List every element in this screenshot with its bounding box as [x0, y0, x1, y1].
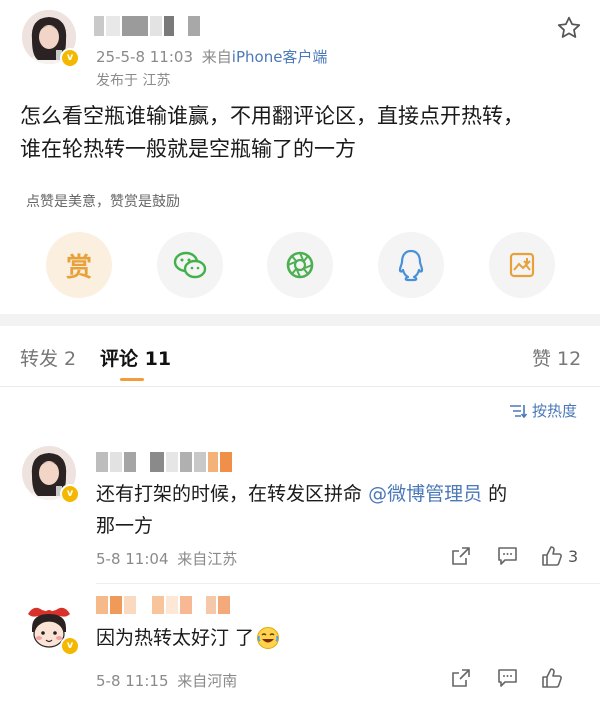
- comment-text-part: 了: [235, 627, 255, 649]
- reply-button[interactable]: [497, 668, 518, 692]
- share-moments-button[interactable]: [267, 232, 333, 298]
- like-icon: [542, 668, 562, 688]
- comment-text-part: 还有打架的时候，在转发区拼命: [96, 483, 363, 505]
- qq-icon: [398, 249, 424, 282]
- comment-text-part: 因为热转太好汀: [96, 627, 230, 649]
- save-image-icon: [509, 252, 535, 278]
- comment-time: 5-8 11:04: [96, 550, 169, 568]
- comment-icon: [498, 547, 517, 565]
- section-divider: [0, 314, 600, 326]
- verified-badge: v: [60, 48, 80, 68]
- post-location: 发布于 江苏: [96, 73, 171, 89]
- sort-label: 按热度: [532, 402, 578, 420]
- wechat-icon: [173, 251, 207, 279]
- share-icon: [452, 669, 470, 687]
- post-content: 怎么看空瓶谁输谁赢，不用翻评论区，直接点开热转， 谁在轮热转一般就是空瓶输了的一…: [20, 100, 590, 166]
- laugh-emoji-icon: [257, 627, 280, 649]
- like-button[interactable]: 3: [541, 545, 578, 567]
- post-source-device[interactable]: iPhone客户端: [232, 48, 328, 66]
- share-button[interactable]: [451, 668, 471, 692]
- post-content-line-2: 谁在轮热转一般就是空瓶输了的一方: [20, 137, 356, 161]
- comment-time: 5-8 11:15: [96, 672, 169, 690]
- post-meta: 25-5-8 11:03 来自iPhone客户端: [96, 46, 327, 67]
- sort-button[interactable]: 按热度: [509, 400, 577, 421]
- share-wechat-button[interactable]: [157, 232, 223, 298]
- share-button[interactable]: [451, 546, 471, 570]
- like-count: 3: [568, 546, 579, 566]
- comment-text: 因为热转太好汀 了: [96, 622, 280, 654]
- reward-label: 赏: [65, 252, 92, 283]
- tab-comment-underline: [120, 378, 144, 381]
- comment-source: 来自江苏: [177, 550, 238, 568]
- comment-author-name-blurred[interactable]: [96, 596, 230, 614]
- like-button[interactable]: [541, 667, 563, 693]
- like-icon: [542, 546, 562, 566]
- tabs-divider: [0, 386, 600, 387]
- moments-icon: [286, 251, 314, 279]
- reward-button[interactable]: 赏: [46, 232, 112, 298]
- favorite-star-icon[interactable]: [556, 15, 582, 41]
- tab-like[interactable]: 赞 12: [532, 344, 581, 371]
- comment-text-part: 的: [488, 483, 508, 505]
- verified-badge: v: [60, 484, 80, 504]
- post-time: 25-5-8 11:03: [96, 48, 193, 66]
- comment-meta: 5-8 11:04 来自江苏: [96, 548, 237, 569]
- comment-text-line-2: 那一方: [96, 515, 154, 537]
- comment-author-name-blurred[interactable]: [96, 452, 232, 472]
- verified-badge: v: [60, 636, 80, 656]
- tab-repost[interactable]: 转发 2: [20, 344, 76, 371]
- post-content-line-1: 怎么看空瓶谁输谁赢，不用翻评论区，直接点开热转，: [20, 104, 524, 128]
- save-image-button[interactable]: [489, 232, 555, 298]
- comment-text: 还有打架的时候，在转发区拼命 @微博管理员 的 那一方: [96, 478, 576, 542]
- tab-comment[interactable]: 评论 11: [100, 344, 171, 371]
- post-author-name-blurred[interactable]: [94, 16, 200, 36]
- comment-icon: [498, 669, 517, 687]
- comment-meta: 5-8 11:15 来自河南: [96, 670, 237, 691]
- comment-text-line-1: 还有打架的时候，在转发区拼命 @微博管理员 的: [96, 478, 576, 510]
- comment-divider: [96, 583, 600, 584]
- sort-icon: [510, 404, 527, 418]
- mention-link[interactable]: @微博管理员: [368, 483, 482, 505]
- comment-source: 来自河南: [177, 672, 238, 690]
- share-icon: [452, 547, 470, 565]
- reply-button[interactable]: [497, 546, 518, 570]
- share-qq-button[interactable]: [378, 232, 444, 298]
- reward-hint: 点赞是美意，赞赏是鼓励: [26, 194, 180, 210]
- post-source-prefix: 来自: [201, 48, 232, 66]
